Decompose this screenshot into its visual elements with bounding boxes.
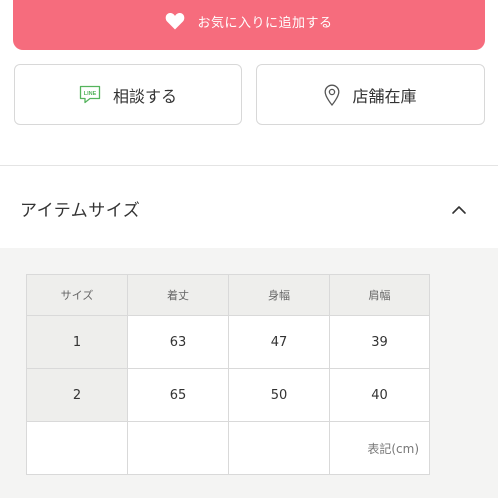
header-body-width: 身幅 [228,274,330,316]
table-cell-empty [228,421,330,475]
table-cell: 50 [228,368,330,422]
table-header-row: サイズ 着丈 身幅 肩幅 [26,274,430,316]
heart-icon [165,12,185,30]
consult-button[interactable]: LINE 相談する [14,64,242,125]
unit-note: 表記(cm) [329,421,430,475]
table-row: 1 63 47 39 [26,315,430,369]
product-detail-page: お気に入りに追加する LINE 相談する 店舗在庫 アイテムサイズ サイズ 着丈… [0,0,498,498]
add-to-favorites-label: お気に入りに追加する [197,15,333,31]
location-pin-icon [324,84,340,106]
row-size-label: 1 [26,315,128,369]
size-table-area: サイズ 着丈 身幅 肩幅 1 63 47 39 2 65 50 40 表記(cm… [0,248,498,498]
consult-label: 相談する [112,86,177,106]
line-chat-icon: LINE [79,85,101,104]
header-length: 着丈 [127,274,229,316]
table-cell: 65 [127,368,229,422]
table-cell-empty [127,421,229,475]
size-table: サイズ 着丈 身幅 肩幅 1 63 47 39 2 65 50 40 表記(cm… [26,274,430,475]
table-cell: 39 [329,315,430,369]
table-cell-empty [26,421,128,475]
chevron-up-icon [451,201,467,214]
store-stock-label: 店舗在庫 [352,86,417,106]
table-row: 表記(cm) [26,421,430,475]
table-cell: 47 [228,315,330,369]
item-size-section-toggle[interactable]: アイテムサイズ [0,166,498,248]
header-size: サイズ [26,274,128,316]
add-to-favorites-button[interactable]: お気に入りに追加する [13,0,485,50]
row-size-label: 2 [26,368,128,422]
line-icon-text: LINE [84,91,97,97]
store-stock-button[interactable]: 店舗在庫 [256,64,485,125]
section-title: アイテムサイズ [20,201,141,221]
table-row: 2 65 50 40 [26,368,430,422]
table-cell: 40 [329,368,430,422]
header-shoulder-width: 肩幅 [329,274,430,316]
table-cell: 63 [127,315,229,369]
